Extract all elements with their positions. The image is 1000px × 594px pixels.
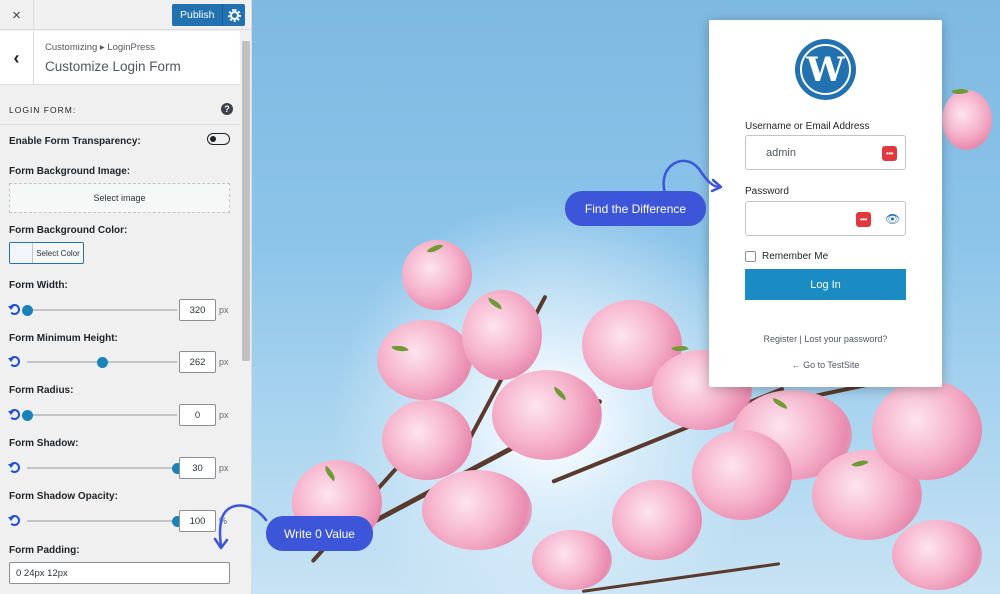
breadcrumb: Customizing ▸ LoginPress bbox=[45, 42, 155, 53]
back-icon[interactable]: ‹ bbox=[0, 31, 34, 85]
form-shadow-opacity-slider: 100 % bbox=[8, 510, 234, 532]
select-color-button[interactable]: Select Color bbox=[9, 242, 84, 264]
slider-track[interactable] bbox=[27, 357, 177, 368]
divider bbox=[0, 124, 240, 125]
slider-thumb[interactable] bbox=[22, 305, 33, 316]
back-to-site-link[interactable]: ← Go to TestSite bbox=[709, 360, 942, 370]
slider-label: Form Shadow Opacity: bbox=[9, 491, 118, 502]
remember-me-label: Remember Me bbox=[762, 251, 829, 262]
slider-track[interactable] bbox=[22, 410, 177, 421]
password-manager-icon[interactable]: ••• bbox=[856, 212, 871, 227]
publish-button[interactable]: Publish bbox=[172, 4, 224, 26]
username-input[interactable]: admin ••• bbox=[745, 135, 906, 170]
panel-label: LOGIN FORM: bbox=[9, 105, 77, 115]
show-password-icon[interactable]: 👁 bbox=[885, 212, 900, 226]
section-header: ‹ Customizing ▸ LoginPress Customize Log… bbox=[0, 31, 240, 85]
reset-icon[interactable] bbox=[8, 409, 20, 420]
reset-icon[interactable] bbox=[8, 356, 20, 367]
form-min-height-input[interactable]: 262 bbox=[179, 351, 216, 373]
slider-label: Form Minimum Height: bbox=[9, 333, 118, 344]
select-image-button[interactable]: Select image bbox=[9, 183, 230, 213]
annotation-arrow-icon bbox=[213, 504, 268, 550]
login-form-card: W Username or Email Address admin ••• Pa… bbox=[709, 20, 942, 387]
page-title: Customize Login Form bbox=[45, 59, 181, 74]
slider-label: Form Radius: bbox=[9, 385, 74, 396]
password-input[interactable]: ••• 👁 bbox=[745, 201, 906, 236]
login-button[interactable]: Log In bbox=[745, 269, 906, 300]
customizer-topbar: × Publish bbox=[0, 0, 251, 30]
find-difference-bubble: Find the Difference bbox=[565, 191, 706, 226]
unit-label: px bbox=[219, 305, 229, 315]
slider-label: Form Width: bbox=[9, 280, 68, 291]
username-label: Username or Email Address bbox=[745, 121, 870, 132]
select-color-label: Select Color bbox=[36, 248, 80, 258]
bg-image-label: Form Background Image: bbox=[9, 166, 131, 177]
login-preview: W Username or Email Address admin ••• Pa… bbox=[252, 0, 1000, 594]
unit-label: px bbox=[219, 463, 229, 473]
remember-me-checkbox[interactable] bbox=[745, 251, 756, 262]
transparency-toggle[interactable] bbox=[207, 133, 230, 145]
form-min-height-slider: 262 px bbox=[8, 351, 234, 373]
form-padding-input[interactable]: 0 24px 12px bbox=[9, 562, 230, 584]
form-radius-slider: 0 px bbox=[8, 404, 234, 426]
register-lost-password-links[interactable]: Register | Lost your password? bbox=[709, 334, 942, 344]
reset-icon[interactable] bbox=[8, 515, 20, 526]
unit-label: px bbox=[219, 410, 229, 420]
reset-icon[interactable] bbox=[8, 462, 20, 473]
bg-color-label: Form Background Color: bbox=[9, 225, 128, 236]
form-width-input[interactable]: 320 bbox=[179, 299, 216, 321]
reset-icon[interactable] bbox=[8, 304, 20, 315]
transparency-label: Enable Form Transparency: bbox=[9, 136, 141, 147]
unit-label: px bbox=[219, 357, 229, 367]
password-label: Password bbox=[745, 186, 789, 197]
padding-label: Form Padding: bbox=[9, 545, 80, 556]
close-icon[interactable]: × bbox=[0, 0, 34, 30]
slider-track[interactable] bbox=[27, 463, 183, 474]
help-icon[interactable]: ? bbox=[221, 103, 233, 115]
gear-icon[interactable] bbox=[223, 4, 246, 26]
username-value: admin bbox=[766, 147, 796, 159]
slider-track[interactable] bbox=[27, 516, 183, 527]
write-zero-bubble: Write 0 Value bbox=[266, 516, 373, 551]
wordpress-logo-icon[interactable]: W bbox=[795, 39, 856, 100]
form-radius-input[interactable]: 0 bbox=[179, 404, 216, 426]
toggle-knob bbox=[210, 135, 216, 142]
password-manager-icon[interactable]: ••• bbox=[882, 146, 897, 161]
form-shadow-input[interactable]: 30 bbox=[179, 457, 216, 479]
slider-label: Form Shadow: bbox=[9, 438, 79, 449]
publish-group: Publish bbox=[172, 4, 246, 26]
slider-thumb[interactable] bbox=[22, 410, 33, 421]
slider-track[interactable] bbox=[22, 305, 177, 316]
form-shadow-slider: 30 px bbox=[8, 457, 234, 479]
slider-thumb[interactable] bbox=[97, 357, 108, 368]
color-swatch bbox=[10, 243, 33, 263]
form-width-slider: 320 px bbox=[8, 299, 234, 321]
scrollbar-thumb[interactable] bbox=[242, 41, 250, 361]
